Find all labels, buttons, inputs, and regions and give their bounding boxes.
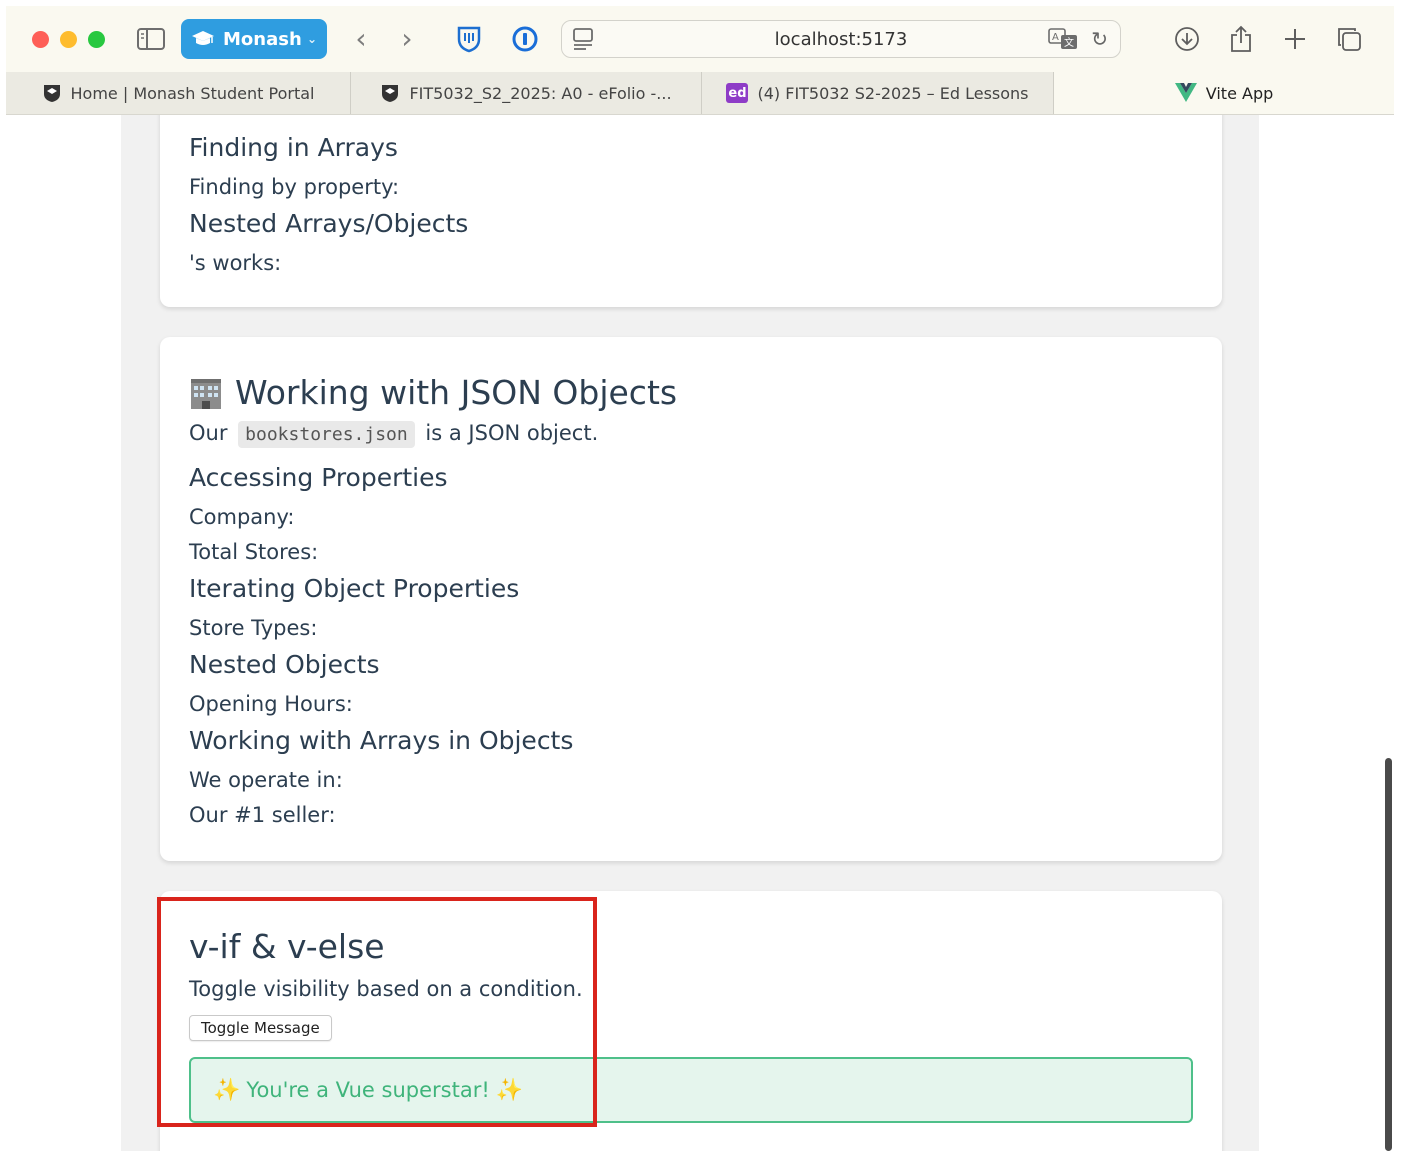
superstar-message-text: You're a Vue superstar! <box>246 1078 490 1102</box>
bitwarden-shield-icon[interactable] <box>455 25 483 53</box>
monash-crest-icon <box>380 83 400 103</box>
top-seller-label: Our #1 seller: <box>189 803 336 827</box>
new-tab-icon[interactable] <box>1268 25 1322 53</box>
sparkles-icon: ✨ <box>495 1077 524 1103</box>
minimize-window-button[interactable] <box>60 30 77 48</box>
downloads-icon[interactable] <box>1160 25 1214 53</box>
sidebar-toggle-icon[interactable] <box>137 28 165 50</box>
iterating-properties-heading: Iterating Object Properties <box>189 574 520 603</box>
svg-text:文: 文 <box>1064 36 1074 49</box>
v-if-title: v-if & v-else <box>189 927 385 966</box>
graduation-cap-icon <box>191 29 215 49</box>
tab-title: FIT5032_S2_2025: A0 - eFolio -... <box>409 83 672 103</box>
zoom-window-button[interactable] <box>88 30 105 48</box>
bookstores-json-code: bookstores.json <box>238 421 415 448</box>
opening-hours-label: Opening Hours: <box>189 692 353 716</box>
operate-in-label: We operate in: <box>189 768 343 792</box>
address-url: localhost:5173 <box>774 28 908 50</box>
json-intro-text: Our bookstores.json is a JSON object. <box>189 421 598 448</box>
sparkles-icon: ✨ <box>213 1077 241 1103</box>
page-scrollbar[interactable] <box>1385 758 1392 1151</box>
store-types-label: Store Types: <box>189 616 318 640</box>
tab-vite-app[interactable]: Vite App <box>1054 72 1394 114</box>
tab-ed-lessons[interactable]: ed (4) FIT5032 S2-2025 – Ed Lessons <box>702 72 1054 114</box>
reload-icon[interactable]: ↻ <box>1091 27 1108 51</box>
monash-crest-icon <box>42 83 62 103</box>
office-building-icon <box>189 376 223 410</box>
vue-logo-icon <box>1174 83 1197 103</box>
forward-arrow-icon[interactable]: › <box>395 25 419 53</box>
back-arrow-icon[interactable]: ‹ <box>349 25 373 53</box>
page-viewport: Finding in Arrays Finding by property: N… <box>6 115 1394 1151</box>
toolbar-actions <box>1160 25 1376 53</box>
window-controls <box>32 30 105 48</box>
profile-label: Monash <box>223 28 302 50</box>
tab-title: Home | Monash Student Portal <box>70 83 315 103</box>
arrays-card: Finding in Arrays Finding by property: N… <box>160 115 1222 307</box>
json-objects-card: Working with JSON Objects Our bookstores… <box>160 337 1222 861</box>
works-text: 's works: <box>189 251 282 275</box>
finding-by-property-text: Finding by property: <box>189 175 400 199</box>
browser-toolbar: Monash ⌄ ‹ › localhost:5173 A文 ↻ <box>6 6 1394 72</box>
svg-text:A: A <box>1052 32 1059 43</box>
share-icon[interactable] <box>1214 25 1268 53</box>
company-label: Company: <box>189 505 295 529</box>
page-settings-icon[interactable] <box>572 27 594 51</box>
tab-bar: Home | Monash Student Portal FIT5032_S2_… <box>6 72 1394 115</box>
tab-overview-icon[interactable] <box>1322 25 1376 53</box>
superstar-message: ✨ You're a Vue superstar! ✨ <box>189 1057 1193 1123</box>
nested-arrays-heading: Nested Arrays/Objects <box>189 209 469 238</box>
tab-title: (4) FIT5032 S2-2025 – Ed Lessons <box>757 83 1029 103</box>
profile-button[interactable]: Monash ⌄ <box>181 19 327 59</box>
toggle-message-button[interactable]: Toggle Message <box>189 1015 332 1041</box>
arrays-in-objects-heading: Working with Arrays in Objects <box>189 726 574 755</box>
json-section-title: Working with JSON Objects <box>189 373 677 412</box>
total-stores-label: Total Stores: <box>189 540 319 564</box>
chevron-down-icon: ⌄ <box>306 32 317 46</box>
v-if-card: v-if & v-else Toggle visibility based on… <box>160 891 1222 1151</box>
ed-icon: ed <box>726 83 749 103</box>
nested-objects-heading: Nested Objects <box>189 650 380 679</box>
json-section-title-text: Working with JSON Objects <box>235 373 678 412</box>
accessing-properties-heading: Accessing Properties <box>189 463 448 492</box>
tab-monash-portal[interactable]: Home | Monash Student Portal <box>6 72 351 114</box>
tab-efolio[interactable]: FIT5032_S2_2025: A0 - eFolio -... <box>351 72 702 114</box>
finding-in-arrays-heading: Finding in Arrays <box>189 133 398 162</box>
password-manager-icon[interactable] <box>511 25 539 53</box>
tab-title: Vite App <box>1205 83 1274 103</box>
v-if-description: Toggle visibility based on a condition. <box>189 977 583 1001</box>
close-window-button[interactable] <box>32 30 49 48</box>
translate-icon[interactable]: A文 <box>1048 28 1078 50</box>
address-bar[interactable]: localhost:5173 A文 ↻ <box>561 20 1121 58</box>
